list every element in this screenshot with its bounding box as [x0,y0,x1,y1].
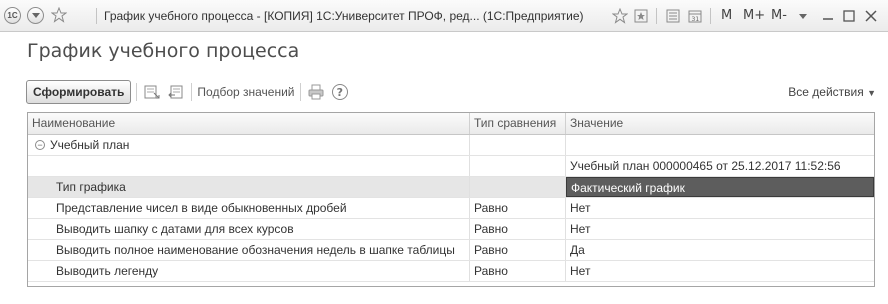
table-row[interactable]: Выводить легенду Равно Нет [28,261,874,282]
row-compare[interactable]: Равно [470,240,566,260]
all-actions-label: Все действия [788,85,864,99]
column-header-value[interactable]: Значение [566,113,874,134]
row-compare [470,156,566,176]
row-compare[interactable]: Равно [470,219,566,239]
row-name: Выводить легенду [28,261,470,281]
row-value-editing[interactable]: Фактический график [566,177,874,197]
column-header-compare[interactable]: Тип сравнения [470,113,566,134]
row-value[interactable]: Да [566,240,874,260]
table-row[interactable]: Выводить шапку с датами для всех курсов … [28,219,874,240]
print-icon[interactable] [306,82,326,102]
app-menu-icon[interactable]: 1C [4,7,21,24]
table-row[interactable]: Выводить полное наименование обозначения… [28,240,874,261]
table-header: Наименование Тип сравнения Значение [28,113,874,135]
window-menu-icon[interactable] [798,12,808,20]
favorites-box-icon[interactable] [634,9,648,23]
row-name: Тип графика [28,177,470,197]
minimize-icon[interactable] [822,11,834,21]
row-value[interactable]: Нет [566,261,874,281]
row-name: Учебный план [28,135,470,155]
calendar-icon[interactable]: 31 [688,9,702,23]
close-icon[interactable] [865,10,877,22]
titlebar-separator [96,8,97,24]
settings-icon[interactable] [142,82,162,102]
row-compare [470,177,566,197]
row-value [566,135,874,155]
memory-plus-button[interactable]: M+ [743,8,765,23]
pick-values-button[interactable]: Подбор значений [197,85,294,99]
command-bar: Сформировать Подбор значений ? Все дейст… [26,80,876,104]
row-value[interactable]: Учебный план 000000465 от 25.12.2017 11:… [566,156,874,176]
titlebar-separator-3 [710,8,711,24]
row-compare [470,135,566,155]
load-settings-icon[interactable] [166,82,186,102]
dropdown-icon[interactable] [27,7,44,24]
table-row[interactable]: Учебный план 000000465 от 25.12.2017 11:… [28,156,874,177]
all-actions-menu[interactable]: Все действия ▼ [788,85,876,99]
row-value[interactable]: Нет [566,219,874,239]
window-titlebar: 1C График учебного процесса - [КОПИЯ] 1С… [0,0,888,32]
favorites-star-icon[interactable] [612,8,628,24]
window-title: График учебного процесса - [КОПИЯ] 1С:Ун… [104,9,584,23]
column-header-name[interactable]: Наименование [28,113,470,134]
svg-text:?: ? [336,86,342,99]
row-value[interactable]: Нет [566,198,874,218]
row-name: Представление чисел в виде обыкновенных … [28,198,470,218]
memory-minus-button[interactable]: M- [771,8,787,23]
row-name: Выводить шапку с датами для всех курсов [28,219,470,239]
toolbar-separator-2 [191,83,193,101]
row-name: Выводить полное наименование обозначения… [28,240,470,260]
table-row[interactable]: − Учебный план [28,135,874,156]
toolbar-separator [136,83,138,101]
row-name [28,156,470,176]
svg-text:31: 31 [692,16,700,23]
settings-table[interactable]: Наименование Тип сравнения Значение − Уч… [27,112,875,287]
table-row-selected[interactable]: Тип графика Фактический график [28,177,874,198]
calculator-icon[interactable] [666,9,680,23]
chevron-down-icon: ▼ [867,88,876,98]
row-compare[interactable]: Равно [470,198,566,218]
table-row[interactable]: Представление чисел в виде обыкновенных … [28,198,874,219]
star-icon[interactable] [51,7,67,23]
maximize-icon[interactable] [843,10,855,22]
form-title: График учебного процесса [27,40,300,62]
memory-button[interactable]: M [721,8,732,23]
titlebar-separator-2 [656,8,657,24]
row-compare[interactable]: Равно [470,261,566,281]
generate-button[interactable]: Сформировать [26,80,132,104]
help-icon[interactable]: ? [330,82,350,102]
toolbar-separator-3 [299,83,301,101]
